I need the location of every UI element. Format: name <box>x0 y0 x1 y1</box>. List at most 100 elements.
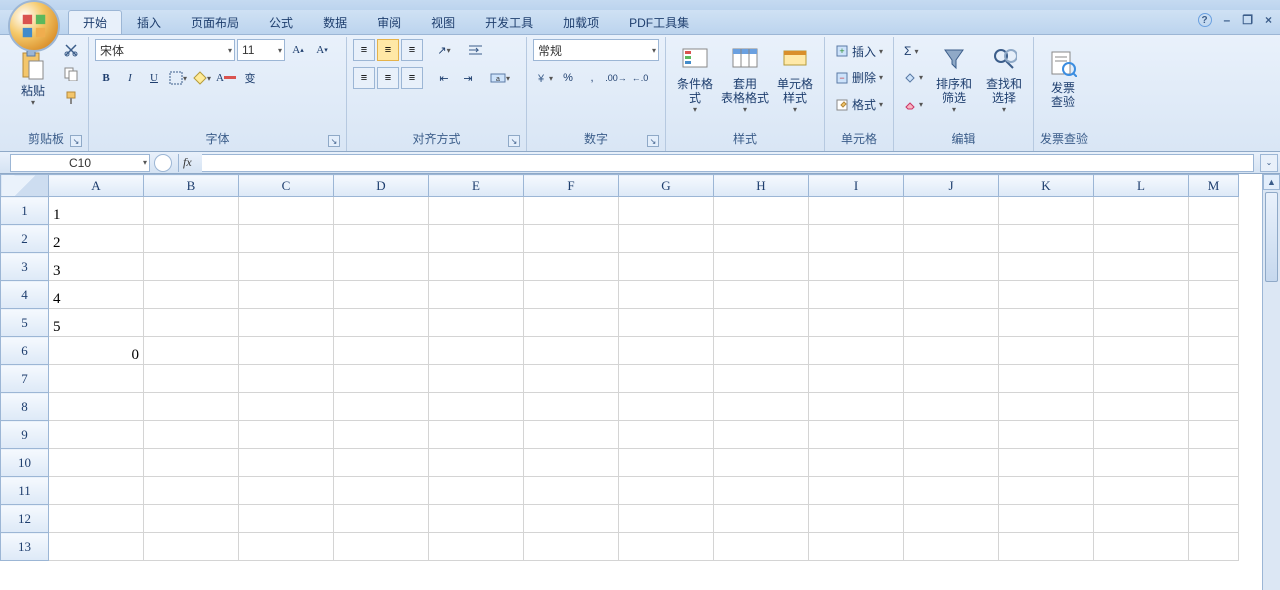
cell[interactable] <box>239 281 334 309</box>
cell[interactable] <box>1094 393 1189 421</box>
cell[interactable] <box>1189 449 1239 477</box>
cell[interactable] <box>429 225 524 253</box>
col-header-B[interactable]: B <box>144 175 239 197</box>
cell[interactable] <box>144 393 239 421</box>
phonetic-button[interactable]: 变 <box>239 67 261 89</box>
row-header-5[interactable]: 5 <box>1 309 49 337</box>
cell[interactable] <box>999 309 1094 337</box>
cell[interactable] <box>144 449 239 477</box>
tab-data[interactable]: 数据 <box>308 10 362 34</box>
cell[interactable] <box>334 225 429 253</box>
orientation-button[interactable]: ↗▾ <box>433 39 455 61</box>
cell[interactable] <box>809 337 904 365</box>
cell[interactable] <box>1189 365 1239 393</box>
cell[interactable] <box>714 477 809 505</box>
row-header-7[interactable]: 7 <box>1 365 49 393</box>
cell[interactable] <box>714 281 809 309</box>
cell[interactable] <box>429 309 524 337</box>
cell[interactable]: 3 <box>49 253 144 281</box>
cell[interactable] <box>999 477 1094 505</box>
vertical-scrollbar[interactable]: ▲ <box>1262 174 1280 590</box>
align-bottom-button[interactable]: ≡ <box>401 39 423 61</box>
cell[interactable] <box>714 421 809 449</box>
cell[interactable] <box>144 477 239 505</box>
tab-formulas[interactable]: 公式 <box>254 10 308 34</box>
cell[interactable] <box>144 253 239 281</box>
cell[interactable] <box>904 337 999 365</box>
cell[interactable] <box>904 449 999 477</box>
cell[interactable] <box>714 505 809 533</box>
col-header-M[interactable]: M <box>1189 175 1239 197</box>
col-header-L[interactable]: L <box>1094 175 1189 197</box>
clipboard-launcher[interactable]: ↘ <box>70 135 82 147</box>
cell[interactable] <box>714 309 809 337</box>
cell[interactable] <box>1094 365 1189 393</box>
col-header-I[interactable]: I <box>809 175 904 197</box>
font-name-combo[interactable]: 宋体▾ <box>95 39 235 61</box>
align-middle-button[interactable]: ≡ <box>377 39 399 61</box>
cell[interactable] <box>429 421 524 449</box>
autosum-button[interactable]: Σ▾ <box>900 41 927 61</box>
cell[interactable] <box>1094 309 1189 337</box>
cell[interactable] <box>904 365 999 393</box>
cell[interactable] <box>1094 225 1189 253</box>
cell[interactable] <box>1094 337 1189 365</box>
col-header-C[interactable]: C <box>239 175 334 197</box>
cell[interactable] <box>239 393 334 421</box>
insert-cells-button[interactable]: +插入▾ <box>831 41 887 61</box>
cell[interactable] <box>524 309 619 337</box>
cell[interactable] <box>999 337 1094 365</box>
close-button[interactable]: × <box>1265 13 1272 27</box>
decrease-indent-button[interactable]: ⇤ <box>433 67 455 89</box>
cell[interactable] <box>714 365 809 393</box>
find-select-button[interactable]: 查找和 选择▾ <box>981 39 1027 117</box>
tab-developer[interactable]: 开发工具 <box>470 10 548 34</box>
cell[interactable] <box>524 225 619 253</box>
cell[interactable] <box>619 449 714 477</box>
cell[interactable] <box>334 253 429 281</box>
cell[interactable] <box>49 505 144 533</box>
row-header-1[interactable]: 1 <box>1 197 49 225</box>
cell[interactable] <box>1094 449 1189 477</box>
row-header-2[interactable]: 2 <box>1 225 49 253</box>
scroll-up-arrow[interactable]: ▲ <box>1263 174 1280 190</box>
cell[interactable] <box>144 337 239 365</box>
cell[interactable] <box>619 225 714 253</box>
number-format-combo[interactable]: 常规▾ <box>533 39 659 61</box>
cell[interactable] <box>619 253 714 281</box>
cell[interactable] <box>49 393 144 421</box>
cell[interactable] <box>1189 253 1239 281</box>
cell[interactable] <box>239 365 334 393</box>
cell[interactable] <box>1189 197 1239 225</box>
row-header-10[interactable]: 10 <box>1 449 49 477</box>
cell[interactable] <box>904 253 999 281</box>
delete-cells-button[interactable]: −删除▾ <box>831 68 887 88</box>
cell[interactable] <box>429 505 524 533</box>
cell[interactable] <box>809 533 904 561</box>
cell[interactable] <box>239 197 334 225</box>
cell[interactable] <box>619 477 714 505</box>
cell[interactable] <box>809 421 904 449</box>
align-left-button[interactable]: ≡ <box>353 67 375 89</box>
cell[interactable]: 1 <box>49 197 144 225</box>
conditional-formatting-button[interactable]: 条件格式▾ <box>672 39 718 117</box>
cell[interactable] <box>239 421 334 449</box>
cell[interactable] <box>809 281 904 309</box>
cell[interactable] <box>999 505 1094 533</box>
cell[interactable] <box>524 449 619 477</box>
cut-button[interactable] <box>60 39 82 61</box>
minimize-button[interactable]: – <box>1224 13 1231 27</box>
row-header-3[interactable]: 3 <box>1 253 49 281</box>
col-header-J[interactable]: J <box>904 175 999 197</box>
col-header-K[interactable]: K <box>999 175 1094 197</box>
invoice-check-button[interactable]: 发票 查验 <box>1040 39 1086 117</box>
cell[interactable] <box>429 281 524 309</box>
cell[interactable] <box>619 421 714 449</box>
cell[interactable] <box>904 197 999 225</box>
cell[interactable] <box>904 421 999 449</box>
cell[interactable] <box>334 281 429 309</box>
decrease-decimal-button[interactable]: ←.0 <box>629 67 651 89</box>
cell[interactable] <box>429 533 524 561</box>
cell[interactable] <box>144 281 239 309</box>
cell[interactable] <box>904 281 999 309</box>
